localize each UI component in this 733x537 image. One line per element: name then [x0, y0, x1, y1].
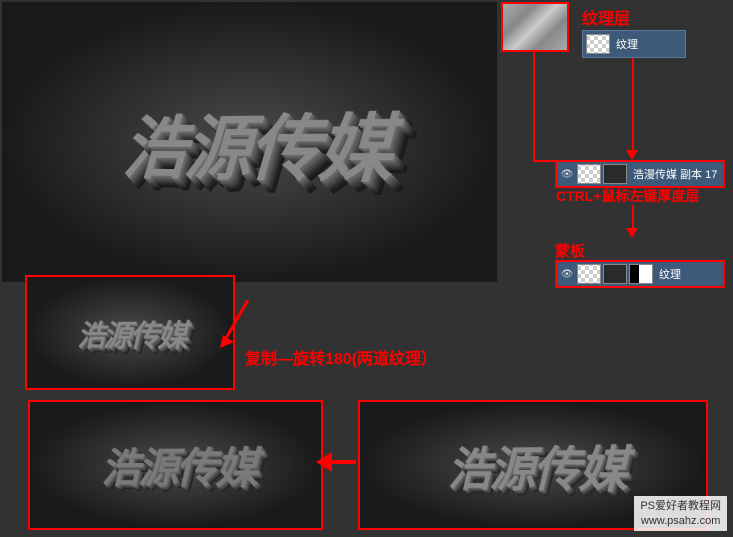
layer-mask-icon — [629, 264, 653, 284]
layer-name-text: 纹理 — [655, 266, 681, 282]
layer-thumb-icon — [586, 34, 610, 54]
diagonal-arrow-icon — [220, 300, 250, 350]
arrow-down-icon — [626, 150, 638, 160]
watermark: PS爱好者教程网 www.psahz.com — [634, 496, 727, 531]
copy-rotate-instruction: 复制—旋转180(两道纹理） — [245, 345, 437, 369]
ctrl-instruction: CTRL+鼠标左键厚度层 — [556, 186, 700, 206]
visibility-eye-icon[interactable]: 👁 — [559, 266, 575, 282]
layer-thumb-icon — [577, 264, 601, 284]
main-3d-render: 浩源传媒 — [2, 2, 497, 282]
layer-panel-copy[interactable]: 👁 浩漫传媒 副本 17 — [555, 160, 725, 188]
arrow-left-icon — [316, 452, 332, 472]
layer-name-text: 纹理 — [612, 36, 638, 52]
layer-thumb-icon — [577, 164, 601, 184]
layer-name-text: 浩漫传媒 副本 17 — [629, 166, 717, 182]
bottom-left-render: 浩源传媒 — [28, 400, 323, 530]
connector-line — [632, 58, 634, 158]
layer-thumb-icon — [603, 264, 627, 284]
layer-thumb-icon — [603, 164, 627, 184]
watermark-title: PS爱好者教程网 — [640, 499, 721, 513]
visibility-eye-icon[interactable]: 👁 — [559, 166, 575, 182]
mid-3d-text: 浩源传媒 — [77, 310, 185, 355]
watermark-url: www.psahz.com — [640, 514, 721, 528]
layer-panel-mask[interactable]: 👁 纹理 — [555, 260, 725, 288]
bl-3d-text: 浩源传媒 — [101, 433, 256, 496]
connector-line — [533, 52, 535, 162]
mid-3d-render: 浩源传媒 — [25, 275, 235, 390]
br-3d-text: 浩源传媒 — [448, 429, 626, 502]
main-3d-text: 浩源传媒 — [120, 88, 391, 198]
mask-label: 蒙板 — [555, 240, 585, 261]
layer-panel-texture[interactable]: 纹理 — [582, 30, 686, 58]
texture-label: 纹理层 — [582, 5, 630, 29]
texture-swatch — [501, 2, 569, 52]
arrow-down-icon — [626, 228, 638, 238]
connector-line — [533, 160, 555, 162]
